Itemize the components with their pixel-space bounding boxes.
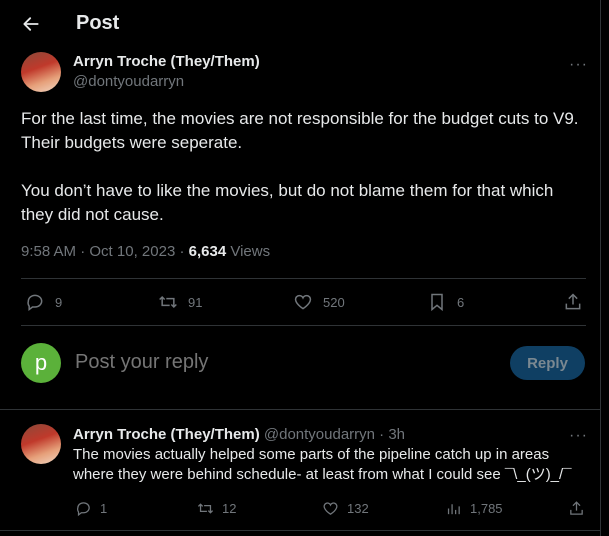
views-label: Views [230,243,271,260]
post-paragraph: You don’t have to like the movies, but d… [21,181,554,224]
reply-reply-button[interactable]: 1 [75,496,107,520]
reply-like-count: 132 [347,500,369,516]
share-icon [565,293,581,310]
post-action-bar: 9 91 520 6 [21,280,587,324]
like-count: 520 [323,294,345,310]
like-action-button[interactable]: 520 [293,280,345,324]
author-avatar[interactable] [21,52,61,92]
post-detail-panel: Post Arryn Troche (They/Them) @dontyouda… [0,0,601,536]
user-avatar[interactable]: p [21,343,61,383]
reply-time[interactable]: 3h [388,426,405,443]
post-meta: 9:58 AM · Oct 10, 2023 · 6,634 Views [21,243,271,260]
reply-share-button[interactable] [568,496,585,520]
reply-text: The movies actually helped some parts of… [73,446,572,483]
reply-like-button[interactable]: 132 [322,496,369,520]
comment-icon [77,501,90,516]
reply-header: Arryn Troche (They/Them) @dontyoudarryn … [73,426,405,443]
reply-repost-count: 12 [222,500,237,516]
reply-reply-count: 1 [100,500,108,516]
reply-author-avatar[interactable] [21,424,61,464]
post-text: For the last time, the movies are not re… [21,107,581,227]
divider [0,409,600,410]
reply-views-button[interactable]: 1,785 [445,496,503,520]
divider [21,278,586,279]
bookmark-icon [431,293,443,312]
share-icon [570,500,583,515]
page-header: Post [0,0,600,48]
bookmark-action-button[interactable]: 6 [427,280,464,324]
divider [21,325,586,326]
page-title: Post [76,12,120,34]
analytics-icon [447,503,460,514]
divider [0,530,600,531]
reply-repost-button[interactable]: 12 [197,496,236,520]
author-handle[interactable]: @dontyoudarryn [73,73,184,90]
reply-action-bar: 1 12 132 1,785 [73,496,588,520]
repost-count: 91 [188,294,203,310]
separator-dot: · [379,426,385,443]
heart-icon [294,294,312,310]
repost-icon [159,295,177,309]
post-date[interactable]: Oct 10, 2023 [89,243,175,260]
more-options-icon[interactable]: ··· [569,57,588,73]
reply-button[interactable]: Reply [510,346,585,380]
arrow-left-icon [23,17,39,31]
reply-author-name[interactable]: Arryn Troche (They/Them) [73,426,260,443]
comment-icon [27,294,43,311]
reply-author-handle[interactable]: @dontyoudarryn [264,426,375,443]
reply-input[interactable] [75,351,475,374]
back-button[interactable] [18,11,44,37]
bookmark-count: 6 [457,294,465,310]
heart-icon [323,501,338,515]
reply-count: 9 [55,294,63,310]
views-count: 6,634 [188,243,227,260]
more-options-icon[interactable]: ··· [569,428,588,444]
author-name[interactable]: Arryn Troche (They/Them) [73,53,260,70]
post-paragraph: For the last time, the movies are not re… [21,109,579,152]
reply-action-button[interactable]: 9 [25,280,62,324]
repost-icon [197,502,214,514]
share-action-button[interactable] [563,280,583,324]
post-time[interactable]: 9:58 AM [21,243,76,260]
repost-action-button[interactable]: 91 [158,280,202,324]
reply-views-count: 1,785 [470,500,503,516]
